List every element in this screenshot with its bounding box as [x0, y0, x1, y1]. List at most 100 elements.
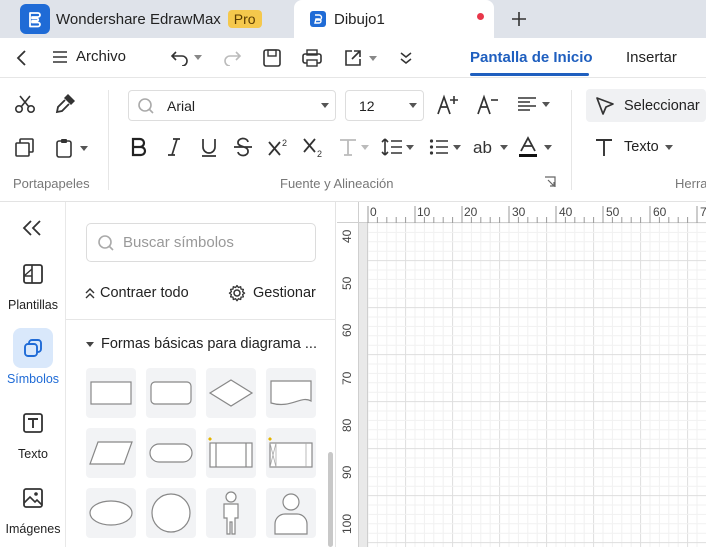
format-painter-button[interactable] — [54, 92, 78, 114]
italic-icon — [168, 138, 180, 156]
file-menu[interactable]: Archivo — [52, 48, 126, 65]
ruler-label: 40 — [559, 205, 573, 219]
superscript-button[interactable]: 2 — [267, 136, 291, 158]
shape-ellipse[interactable] — [86, 488, 136, 538]
rail-item-templates[interactable]: Plantillas — [0, 254, 66, 312]
shape-diamond[interactable] — [206, 368, 256, 418]
group-divider — [571, 90, 572, 190]
undo-button[interactable] — [170, 48, 202, 66]
rounded-rectangle-shape-icon — [150, 381, 192, 405]
rail-item-images[interactable]: Imágenes — [0, 478, 66, 536]
superscript-icon: 2 — [268, 138, 287, 156]
font-color-button[interactable] — [517, 136, 552, 158]
collapse-rail-button[interactable] — [21, 219, 43, 237]
plus-icon — [512, 12, 526, 26]
undo-icon — [170, 51, 188, 66]
scissors-icon — [14, 95, 36, 114]
collapse-icon — [85, 288, 95, 299]
chevron-down-icon — [500, 144, 508, 150]
shape-document[interactable] — [266, 368, 316, 418]
shape-terminator[interactable] — [146, 428, 196, 478]
panel-scrollbar[interactable] — [328, 452, 333, 547]
app-tab[interactable]: Wondershare EdrawMax Pro — [0, 0, 294, 38]
document-name: Dibujo1 — [334, 10, 385, 28]
rail-item-symbols[interactable]: Símbolos — [0, 328, 66, 386]
document-icon — [310, 11, 326, 27]
shape-rectangle[interactable] — [86, 368, 136, 418]
bullet-list-icon — [429, 139, 448, 155]
increase-font-button[interactable] — [436, 94, 460, 116]
file-menu-label: Archivo — [76, 48, 127, 65]
export-button[interactable] — [343, 48, 377, 68]
save-button[interactable] — [262, 48, 282, 68]
font-dialog-launcher[interactable] — [544, 176, 556, 188]
symbol-search[interactable] — [86, 223, 316, 262]
images-icon — [13, 478, 53, 518]
chevron-down-icon — [369, 55, 377, 61]
strikethrough-button[interactable] — [233, 137, 253, 157]
shape-circle[interactable] — [146, 488, 196, 538]
shape-actor[interactable] — [206, 488, 256, 538]
underline-button[interactable] — [200, 137, 218, 157]
active-tab-indicator — [470, 73, 589, 76]
new-tab-button[interactable] — [508, 8, 530, 30]
text-icon — [13, 403, 53, 443]
back-button[interactable] — [14, 49, 30, 67]
redo-icon — [224, 51, 242, 66]
ruler-label: 20 — [464, 205, 478, 219]
shape-rounded-rectangle[interactable] — [146, 368, 196, 418]
canvas-area[interactable]: 0 10 20 30 40 50 60 7 40 50 60 70 80 90 … — [337, 202, 706, 547]
tab-insert[interactable]: Insertar — [626, 49, 677, 66]
line-spacing-button[interactable] — [381, 137, 414, 157]
chevron-down-icon — [453, 144, 461, 150]
shape-parallelogram[interactable] — [86, 428, 136, 478]
text-tool-button[interactable]: Texto — [594, 137, 673, 157]
redo-button[interactable] — [222, 48, 242, 66]
edrawmax-logo-icon — [20, 4, 50, 34]
collapse-all-button[interactable]: Contraer todo — [84, 285, 189, 301]
rail-item-text[interactable]: Texto — [0, 403, 66, 461]
pro-badge[interactable]: Pro — [227, 10, 262, 28]
ruler-label: 30 — [512, 205, 526, 219]
document-tab[interactable]: Dibujo1 — [294, 0, 494, 38]
shape-predefined-process[interactable] — [206, 428, 256, 478]
more-options-button[interactable] — [398, 51, 414, 65]
ruler-label: 60 — [653, 205, 667, 219]
printer-icon — [302, 49, 322, 67]
font-size-select[interactable]: 12 — [345, 90, 424, 121]
subscript-button[interactable]: 2 — [302, 136, 326, 158]
text-case-button[interactable]: ab — [472, 137, 508, 157]
symbol-search-input[interactable] — [123, 234, 303, 251]
chevron-down-icon — [80, 145, 88, 151]
tab-home-label: Pantalla de Inicio — [470, 49, 593, 66]
chevron-down-icon — [542, 101, 550, 107]
search-icon — [98, 234, 114, 251]
paste-button[interactable] — [54, 137, 88, 159]
category-header[interactable]: Formas básicas para diagrama ... — [86, 336, 317, 352]
underline-icon — [202, 139, 216, 157]
shape-internal-storage[interactable] — [266, 428, 316, 478]
bold-button[interactable] — [130, 137, 148, 157]
shape-user[interactable] — [266, 488, 316, 538]
print-button[interactable] — [301, 48, 323, 68]
manage-button[interactable]: Gestionar — [228, 284, 316, 302]
align-button[interactable] — [517, 96, 550, 112]
tab-home[interactable]: Pantalla de Inicio — [470, 49, 593, 66]
decrease-font-button[interactable] — [476, 94, 500, 116]
drawing-page[interactable] — [368, 223, 706, 547]
font-family-select[interactable]: Arial — [128, 90, 336, 121]
page-gutter — [359, 223, 368, 547]
circle-shape-icon — [151, 493, 191, 533]
chevron-down-icon — [409, 103, 417, 108]
bullets-button[interactable] — [429, 138, 461, 156]
manage-label: Gestionar — [253, 285, 316, 301]
ruler-label: 50 — [340, 276, 354, 290]
text-tool-icon — [596, 139, 612, 156]
ruler-label: 60 — [340, 323, 354, 337]
horizontal-ruler: 0 10 20 30 40 50 60 7 — [337, 202, 706, 223]
cut-button[interactable] — [14, 93, 36, 115]
select-tool-button[interactable]: Seleccionar — [586, 89, 706, 122]
italic-button[interactable] — [166, 137, 182, 157]
copy-button[interactable] — [14, 137, 36, 159]
tab-insert-label: Insertar — [626, 49, 677, 66]
